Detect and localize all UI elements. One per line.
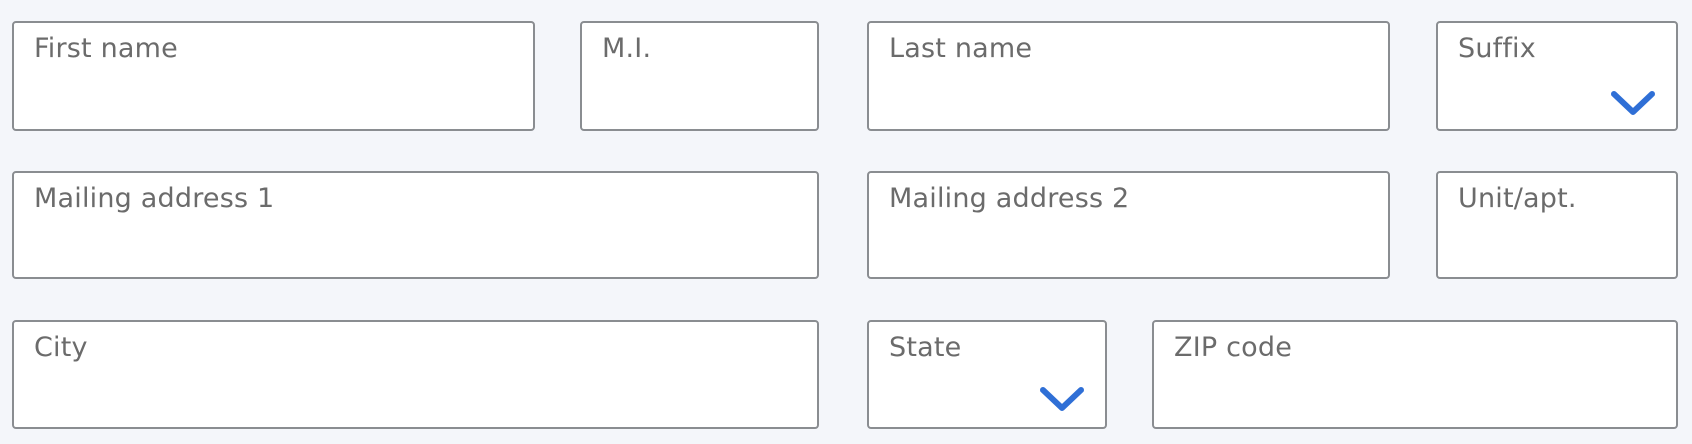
city-label: City <box>34 332 88 363</box>
chevron-down-icon <box>1610 90 1656 118</box>
zip-code-label: ZIP code <box>1174 332 1293 363</box>
unit-apt-label: Unit/apt. <box>1458 183 1577 214</box>
state-label: State <box>889 332 962 363</box>
suffix-label: Suffix <box>1458 33 1536 64</box>
suffix-select[interactable]: Suffix <box>1436 21 1678 131</box>
mailing-address-1-label: Mailing address 1 <box>34 183 275 214</box>
middle-initial-field[interactable]: M.I. <box>580 21 819 131</box>
middle-initial-label: M.I. <box>602 33 652 64</box>
city-field[interactable]: City <box>12 320 819 429</box>
state-select[interactable]: State <box>867 320 1107 429</box>
unit-apt-field[interactable]: Unit/apt. <box>1436 171 1678 279</box>
mailing-address-2-field[interactable]: Mailing address 2 <box>867 171 1390 279</box>
last-name-field[interactable]: Last name <box>867 21 1390 131</box>
mailing-address-1-field[interactable]: Mailing address 1 <box>12 171 819 279</box>
first-name-label: First name <box>34 33 178 64</box>
chevron-down-icon <box>1039 386 1085 414</box>
last-name-label: Last name <box>889 33 1033 64</box>
zip-code-field[interactable]: ZIP code <box>1152 320 1678 429</box>
mailing-address-2-label: Mailing address 2 <box>889 183 1130 214</box>
first-name-field[interactable]: First name <box>12 21 535 131</box>
